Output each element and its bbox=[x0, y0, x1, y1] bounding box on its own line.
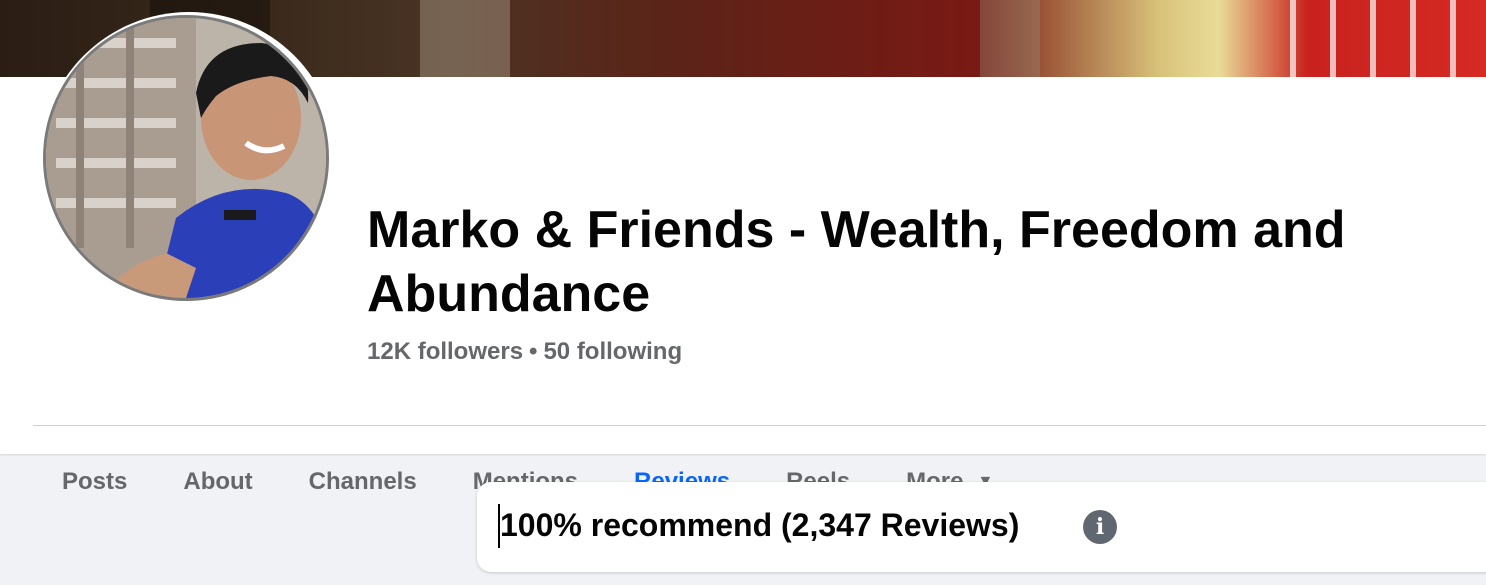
tab-channels[interactable]: Channels bbox=[281, 432, 445, 531]
header-divider bbox=[33, 425, 1486, 426]
review-summary: 100% recommend (2,347 Reviews) bbox=[500, 507, 1020, 543]
page-title: Marko & Friends - Wealth, Freedom and Ab… bbox=[367, 201, 1346, 323]
followers-link[interactable]: 12K followers bbox=[367, 338, 523, 365]
following-link[interactable]: 50 following bbox=[543, 338, 682, 365]
tab-about[interactable]: About bbox=[155, 432, 280, 531]
follow-stats: 12K followers • 50 following bbox=[367, 338, 682, 366]
review-summary-card: 100% recommend (2,347 Reviews) i bbox=[477, 482, 1486, 572]
avatar-photo bbox=[46, 18, 326, 298]
info-icon[interactable]: i bbox=[1083, 510, 1117, 544]
profile-avatar[interactable] bbox=[43, 15, 329, 301]
tab-posts[interactable]: Posts bbox=[34, 432, 155, 531]
stats-separator: • bbox=[529, 338, 538, 365]
